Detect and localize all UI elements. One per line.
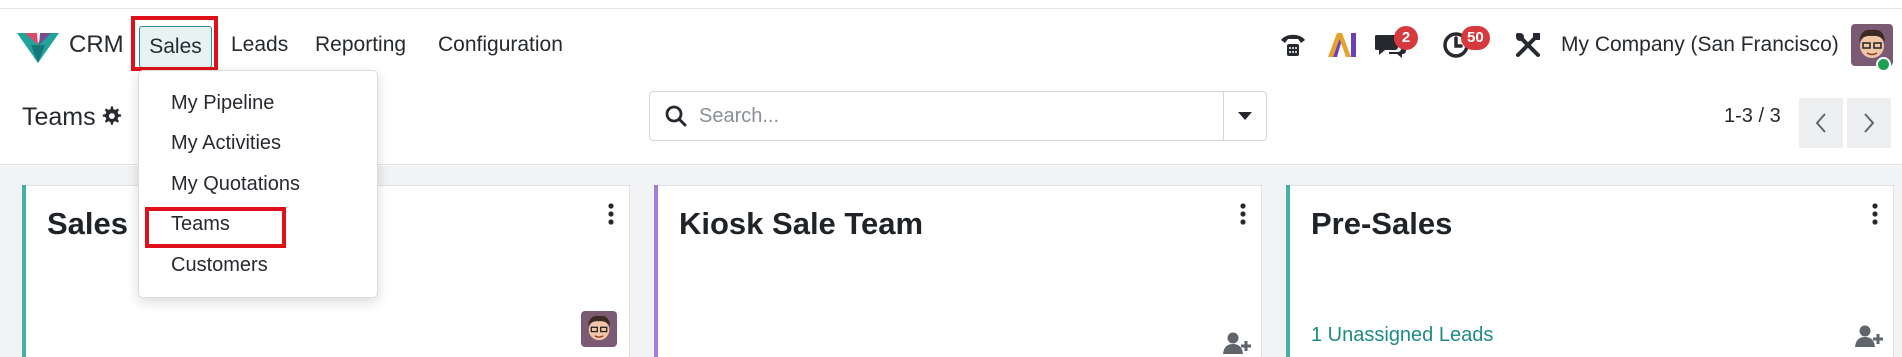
search-bar: [649, 91, 1224, 141]
card-title: Sales: [47, 206, 129, 241]
caret-down-icon: [1238, 112, 1252, 120]
card-title: Pre-Sales: [1311, 206, 1453, 241]
team-card-kiosk[interactable]: Kiosk Sale Team: [654, 185, 1262, 357]
phone-icon[interactable]: [1275, 27, 1311, 63]
card-title: Kiosk Sale Team: [679, 206, 924, 241]
pager-next-button[interactable]: [1847, 98, 1891, 148]
page-title: Teams: [22, 103, 96, 131]
highlight-frame-sales: [131, 16, 218, 71]
top-border: [0, 0, 1902, 9]
chevron-left-icon: [1815, 113, 1826, 133]
messages-badge: 2: [1394, 26, 1418, 50]
activities-badge: 50: [1461, 26, 1490, 50]
add-user-icon[interactable]: [1223, 331, 1251, 355]
online-status-dot: [1876, 57, 1891, 72]
menu-leads[interactable]: Leads: [231, 33, 288, 57]
pager-previous-button[interactable]: [1799, 98, 1843, 148]
team-member-avatar[interactable]: [581, 311, 617, 347]
menu-configuration[interactable]: Configuration: [438, 33, 563, 57]
company-switcher[interactable]: My Company (San Francisco): [1561, 33, 1839, 57]
app-name[interactable]: CRM: [69, 31, 124, 59]
pager-value[interactable]: 1-3 / 3: [1724, 105, 1781, 128]
chevron-right-icon: [1864, 113, 1875, 133]
menu-item-my-pipeline[interactable]: My Pipeline: [171, 92, 274, 115]
unassigned-leads-link[interactable]: 1 Unassigned Leads: [1311, 324, 1493, 347]
menu-reporting[interactable]: Reporting: [315, 33, 406, 57]
menu-item-customers[interactable]: Customers: [171, 254, 268, 277]
card-accent: [1286, 185, 1290, 357]
debug-tools-icon[interactable]: [1510, 27, 1546, 63]
search-input[interactable]: [699, 100, 1159, 132]
highlight-frame-teams: [145, 207, 286, 248]
kebab-menu-icon[interactable]: [607, 203, 615, 225]
card-accent: [654, 185, 658, 357]
sales-dropdown-menu: My Pipeline My Activities My Quotations …: [138, 70, 378, 298]
search-icon: [665, 105, 687, 127]
card-accent: [22, 185, 26, 357]
crm-logo-icon[interactable]: [17, 29, 59, 63]
team-card-presales[interactable]: Pre-Sales 1 Unassigned Leads: [1286, 185, 1894, 357]
search-options-toggle[interactable]: [1224, 91, 1267, 141]
ai-icon[interactable]: [1324, 27, 1360, 63]
kebab-menu-icon[interactable]: [1239, 203, 1247, 225]
gear-icon[interactable]: [100, 105, 122, 127]
add-user-icon[interactable]: [1855, 324, 1883, 348]
kebab-menu-icon[interactable]: [1871, 203, 1879, 225]
menu-item-my-activities[interactable]: My Activities: [171, 132, 281, 155]
menu-item-my-quotations[interactable]: My Quotations: [171, 173, 300, 196]
